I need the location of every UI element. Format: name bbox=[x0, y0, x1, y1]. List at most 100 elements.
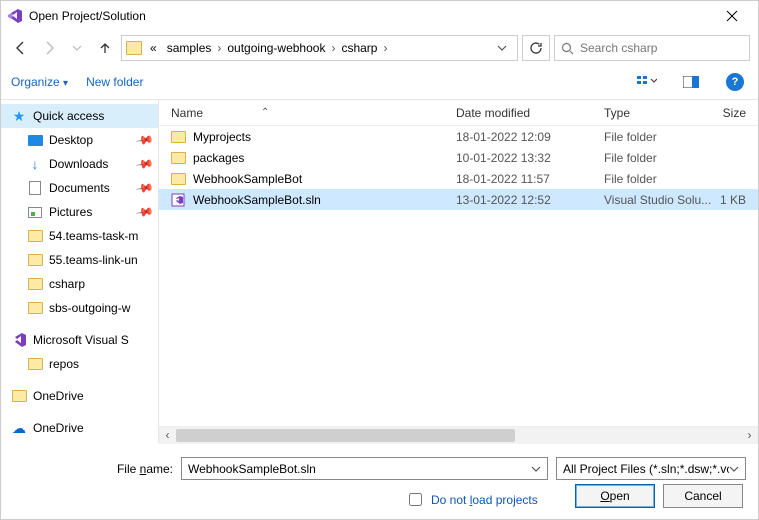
breadcrumb-segment[interactable]: outgoing-webhook bbox=[223, 41, 329, 55]
chevron-down-icon: ▾ bbox=[63, 78, 68, 89]
sidebar-item-label: repos bbox=[49, 357, 79, 371]
view-options-button[interactable] bbox=[634, 70, 660, 94]
star-icon: ★ bbox=[11, 108, 27, 124]
file-row[interactable]: WebhookSampleBot.sln13-01-2022 12:52Visu… bbox=[159, 189, 758, 210]
column-date[interactable]: Date modified bbox=[456, 106, 604, 120]
scroll-right-button[interactable]: › bbox=[741, 427, 758, 444]
sidebar-item[interactable]: ☁OneDrive bbox=[1, 416, 158, 440]
sidebar-item[interactable]: sbs-outgoing-w bbox=[1, 296, 158, 320]
chevron-right-icon[interactable]: › bbox=[217, 41, 221, 55]
preview-pane-button[interactable] bbox=[678, 70, 704, 94]
breadcrumb-dropdown[interactable] bbox=[491, 43, 513, 53]
desktop-icon bbox=[27, 132, 43, 148]
column-name[interactable]: Name ⌃ bbox=[171, 106, 456, 120]
scroll-left-button[interactable]: ‹ bbox=[159, 427, 176, 444]
help-icon: ? bbox=[726, 73, 744, 91]
sidebar-item-label: Quick access bbox=[33, 109, 104, 123]
window-title: Open Project/Solution bbox=[29, 9, 146, 23]
nav-up-button[interactable] bbox=[93, 36, 117, 60]
pin-icon: 📌 bbox=[134, 130, 154, 150]
column-size[interactable]: Size bbox=[712, 106, 752, 120]
picture-icon bbox=[27, 204, 43, 220]
folder-icon bbox=[171, 173, 186, 185]
cancel-button[interactable]: Cancel bbox=[663, 484, 743, 508]
file-name: packages bbox=[193, 151, 456, 165]
solution-file-icon bbox=[171, 193, 185, 207]
search-input[interactable]: Search csharp bbox=[554, 35, 750, 61]
file-type-filter[interactable]: All Project Files (*.sln;*.dsw;*.vc bbox=[556, 457, 746, 480]
file-list: Myprojects18-01-2022 12:09File folderpac… bbox=[159, 126, 758, 426]
pin-icon: 📌 bbox=[134, 178, 154, 198]
open-button[interactable]: Open bbox=[575, 484, 655, 508]
sidebar-item[interactable]: ★ Quick access bbox=[1, 104, 158, 128]
horizontal-scrollbar[interactable]: ‹ › bbox=[159, 426, 758, 443]
document-icon bbox=[27, 180, 43, 196]
file-type: File folder bbox=[604, 172, 712, 186]
nav-back-button[interactable] bbox=[9, 36, 33, 60]
organize-button[interactable]: Organize ▾ bbox=[11, 75, 68, 89]
pin-icon: 📌 bbox=[134, 202, 154, 222]
pin-icon: 📌 bbox=[134, 154, 154, 174]
sidebar-item[interactable]: csharp bbox=[1, 272, 158, 296]
scroll-track[interactable] bbox=[176, 427, 741, 444]
close-button[interactable] bbox=[712, 3, 752, 29]
do-not-load-projects-label[interactable]: Do not load projects bbox=[431, 493, 538, 507]
scroll-thumb[interactable] bbox=[176, 429, 515, 442]
sidebar-item-label: sbs-outgoing-w bbox=[49, 301, 130, 315]
sidebar-item[interactable]: Pictures 📌 bbox=[1, 200, 158, 224]
file-row[interactable]: Myprojects18-01-2022 12:09File folder bbox=[159, 126, 758, 147]
file-row[interactable]: WebhookSampleBot18-01-2022 11:57File fol… bbox=[159, 168, 758, 189]
file-name-input[interactable]: WebhookSampleBot.sln bbox=[181, 457, 548, 480]
file-type: Visual Studio Solu... bbox=[604, 193, 712, 207]
sidebar-item[interactable]: OneDrive bbox=[1, 384, 158, 408]
folder-icon bbox=[11, 388, 27, 404]
file-name-label: File name: bbox=[13, 462, 173, 476]
breadcrumb-ellipsis[interactable]: « bbox=[146, 41, 161, 55]
chevron-right-icon[interactable]: › bbox=[331, 41, 335, 55]
column-headers[interactable]: Name ⌃ Date modified Type Size bbox=[159, 100, 758, 126]
download-icon: ↓ bbox=[27, 156, 43, 172]
file-date: 18-01-2022 12:09 bbox=[456, 130, 604, 144]
folder-icon bbox=[27, 356, 43, 372]
file-name-value: WebhookSampleBot.sln bbox=[188, 462, 316, 476]
breadcrumb-segment[interactable]: csharp bbox=[337, 41, 381, 55]
sidebar-item[interactable]: Desktop 📌 bbox=[1, 128, 158, 152]
refresh-button[interactable] bbox=[522, 35, 550, 61]
new-folder-button[interactable]: New folder bbox=[86, 75, 143, 89]
sidebar-item-label: Desktop bbox=[49, 133, 93, 147]
column-type[interactable]: Type bbox=[604, 106, 712, 120]
vs-icon bbox=[7, 8, 23, 24]
vs-icon bbox=[11, 332, 27, 348]
search-icon bbox=[561, 42, 574, 55]
sort-indicator-icon: ⌃ bbox=[261, 107, 269, 118]
sidebar-item[interactable]: Microsoft Visual S bbox=[1, 328, 158, 352]
nav-recent-button[interactable] bbox=[65, 36, 89, 60]
breadcrumb-segment[interactable]: samples bbox=[163, 41, 216, 55]
folder-icon bbox=[27, 228, 43, 244]
file-size: 1 KB bbox=[712, 193, 752, 207]
sidebar-item[interactable]: repos bbox=[1, 352, 158, 376]
sidebar-item[interactable]: 54.teams-task-m bbox=[1, 224, 158, 248]
chevron-right-icon[interactable]: › bbox=[383, 41, 387, 55]
file-date: 18-01-2022 11:57 bbox=[456, 172, 604, 186]
folder-icon bbox=[27, 252, 43, 268]
sidebar-item[interactable]: ↓Downloads📌 bbox=[1, 152, 158, 176]
folder-icon bbox=[27, 276, 43, 292]
folder-icon bbox=[126, 41, 142, 55]
sidebar-item-label: 54.teams-task-m bbox=[49, 229, 138, 243]
chevron-down-icon[interactable] bbox=[531, 464, 541, 474]
sidebar-item-label: Documents bbox=[49, 181, 110, 195]
sidebar-item-label: OneDrive bbox=[33, 389, 84, 403]
do-not-load-projects-checkbox[interactable] bbox=[409, 493, 422, 506]
file-row[interactable]: packages10-01-2022 13:32File folder bbox=[159, 147, 758, 168]
help-button[interactable]: ? bbox=[722, 70, 748, 94]
nav-forward-button[interactable] bbox=[37, 36, 61, 60]
sidebar-item[interactable]: 55.teams-link-un bbox=[1, 248, 158, 272]
sidebar-item[interactable]: Documents 📌 bbox=[1, 176, 158, 200]
file-type: File folder bbox=[604, 151, 712, 165]
sidebar-item-label: Pictures bbox=[49, 205, 92, 219]
file-date: 13-01-2022 12:52 bbox=[456, 193, 604, 207]
file-name: WebhookSampleBot bbox=[193, 172, 456, 186]
breadcrumb[interactable]: « samples › outgoing-webhook › csharp › bbox=[121, 35, 518, 61]
chevron-down-icon[interactable] bbox=[729, 464, 739, 474]
